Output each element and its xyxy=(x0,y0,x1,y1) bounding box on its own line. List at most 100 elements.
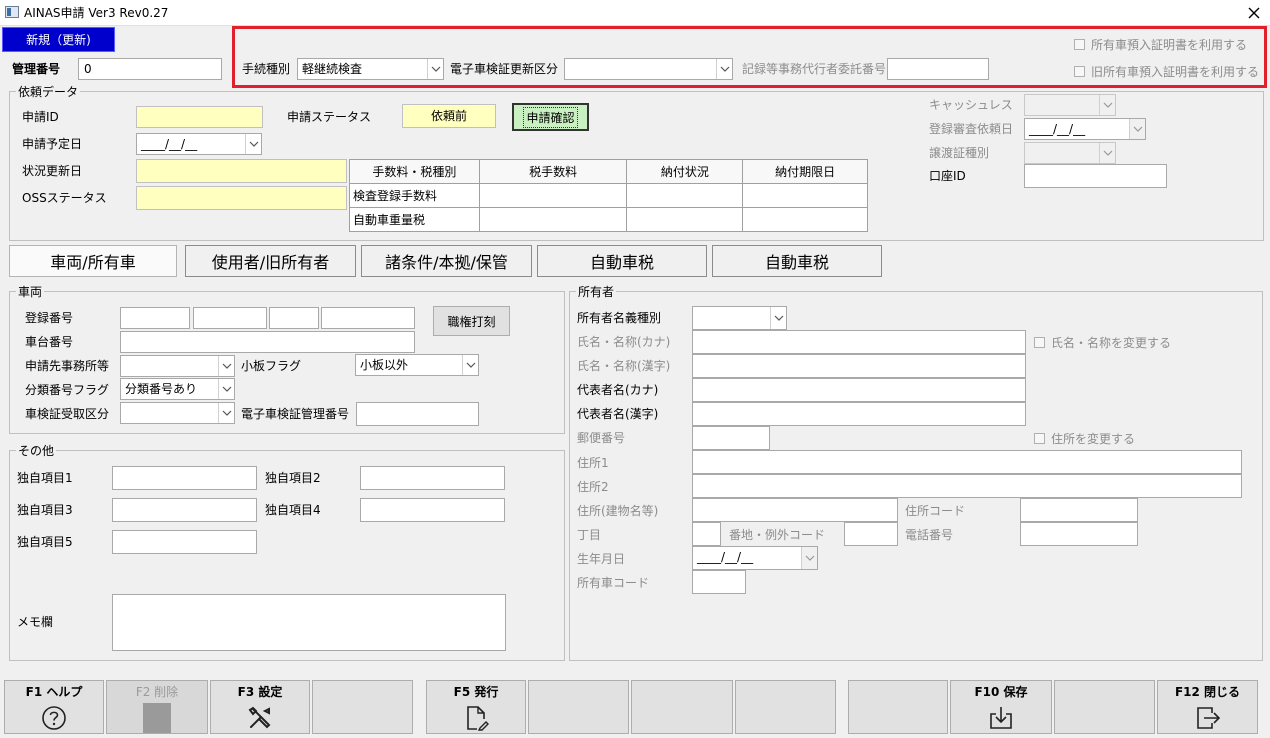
reg-no-field-4[interactable] xyxy=(321,307,415,329)
review-date-picker[interactable]: ____/__/__ xyxy=(1024,118,1146,140)
save-icon xyxy=(987,704,1015,732)
fee-table-header: 手数料・税種別 税手数料 納付状況 納付期限日 xyxy=(349,159,868,184)
chevron-down-icon[interactable] xyxy=(245,134,261,154)
custom-item-4-field[interactable] xyxy=(360,498,505,522)
table-row[interactable]: 自動車重量税 xyxy=(349,207,868,232)
change-address-checkbox[interactable]: 住所を変更する xyxy=(1034,430,1135,447)
oss-status-label: OSSステータス xyxy=(22,191,107,205)
updated-date-field[interactable] xyxy=(136,159,347,183)
cert-recv-select[interactable] xyxy=(120,402,235,424)
confirm-button-label: 申請確認 xyxy=(523,106,578,128)
custom-item-2-field[interactable] xyxy=(360,466,505,490)
confirm-button[interactable]: 申請確認 xyxy=(512,103,589,131)
f8-empty-button[interactable] xyxy=(735,680,836,734)
memo-textarea[interactable] xyxy=(112,594,506,651)
f10-save-button[interactable]: F10 保存 xyxy=(950,680,1052,734)
transfer-type-select[interactable] xyxy=(1024,142,1116,164)
chevron-down-icon[interactable] xyxy=(427,59,443,79)
f9-empty-button[interactable] xyxy=(848,680,948,734)
tab-user-old-owner[interactable]: 使用者/旧所有者 xyxy=(185,245,356,277)
change-name-checkbox[interactable]: 氏名・名称を変更する xyxy=(1034,334,1171,351)
zip-field[interactable] xyxy=(692,426,770,450)
chevron-down-icon[interactable] xyxy=(801,547,817,569)
rep-kana-field[interactable] xyxy=(692,378,1026,402)
exit-icon xyxy=(1194,704,1222,732)
address-code-field[interactable] xyxy=(1020,498,1138,522)
name-kanji-field[interactable] xyxy=(692,354,1026,378)
address1-field[interactable] xyxy=(692,450,1242,474)
checkbox-box[interactable] xyxy=(1034,433,1045,444)
tab-auto-tax-2[interactable]: 自動車税 xyxy=(712,245,882,277)
request-data-title: 依頼データ xyxy=(16,83,81,100)
office-select[interactable] xyxy=(120,355,235,377)
tab-label: 自動車税 xyxy=(764,253,829,272)
custom-item-3-field[interactable] xyxy=(112,498,257,522)
chevron-down-icon[interactable] xyxy=(716,59,732,79)
chevron-down-icon[interactable] xyxy=(218,403,234,423)
custom-item-5-field[interactable] xyxy=(112,530,257,554)
tab-vehicle-owner[interactable]: 車両/所有車 xyxy=(9,245,177,277)
name-kana-field[interactable] xyxy=(692,330,1026,354)
reg-no-field-1[interactable] xyxy=(120,307,190,329)
name-kana-label: 氏名・名称(カナ) xyxy=(577,335,671,349)
f1-label: F1 ヘルプ xyxy=(25,685,83,699)
checkbox-box[interactable] xyxy=(1074,39,1085,50)
small-plate-select[interactable]: 小板以外 xyxy=(355,354,479,376)
tab-auto-tax-1[interactable]: 自動車税 xyxy=(537,245,707,277)
chevron-down-icon[interactable] xyxy=(770,307,786,329)
chevron-down-icon[interactable] xyxy=(218,356,234,376)
reg-no-field-2[interactable] xyxy=(193,307,267,329)
oss-status-field[interactable] xyxy=(136,186,347,210)
chevron-down-icon[interactable] xyxy=(1099,143,1115,163)
management-no-field[interactable]: 0 xyxy=(78,58,222,80)
f5-issue-button[interactable]: F5 発行 xyxy=(426,680,526,734)
checkbox-box[interactable] xyxy=(1034,337,1045,348)
chevron-down-icon[interactable] xyxy=(462,355,478,375)
phone-field[interactable] xyxy=(1020,522,1138,546)
chome-field[interactable] xyxy=(692,522,721,546)
f3-settings-button[interactable]: F3 設定 xyxy=(210,680,310,734)
chassis-field[interactable] xyxy=(120,331,415,353)
banchi-field[interactable] xyxy=(844,522,898,546)
account-id-field[interactable] xyxy=(1024,164,1167,188)
owner-name-type-select[interactable] xyxy=(692,306,787,330)
ecert-mgmt-field[interactable] xyxy=(356,402,479,426)
chevron-down-icon[interactable] xyxy=(1129,119,1145,139)
class-flag-select[interactable]: 分類番号あり xyxy=(120,378,235,400)
tab-conditions[interactable]: 諸条件/本拠/保管 xyxy=(361,245,532,277)
fee-col-header: 納付状況 xyxy=(626,159,744,184)
address-code-label: 住所コード xyxy=(905,504,966,518)
table-row[interactable]: 検査登録手数料 xyxy=(349,183,868,208)
checkbox-box[interactable] xyxy=(1074,66,1085,77)
f11-empty-button[interactable] xyxy=(1054,680,1155,734)
birth-date-picker[interactable]: ____/__/__ xyxy=(692,546,818,570)
custom-item-1-field[interactable] xyxy=(112,466,257,490)
owner-car-code-field[interactable] xyxy=(692,570,746,594)
old-owner-cert-checkbox[interactable]: 旧所有車預入証明書を利用する xyxy=(1074,63,1259,80)
address-building-field[interactable] xyxy=(692,498,898,522)
f4-empty-button[interactable] xyxy=(312,680,413,734)
f1-help-button[interactable]: F1 ヘルプ xyxy=(4,680,104,734)
planned-date-picker[interactable]: ____/__/__ xyxy=(136,133,262,155)
chevron-down-icon[interactable] xyxy=(218,379,234,399)
banchi-label: 番地・例外コード xyxy=(729,528,826,542)
f6-empty-button[interactable] xyxy=(528,680,629,734)
class-flag-value: 分類番号あり xyxy=(125,382,198,396)
chevron-down-icon[interactable] xyxy=(1099,95,1115,115)
f7-empty-button[interactable] xyxy=(631,680,733,734)
stamp-button[interactable]: 職権打刻 xyxy=(433,306,510,336)
f12-close-button[interactable]: F12 閉じる xyxy=(1157,680,1258,734)
ecert-update-select[interactable] xyxy=(564,58,733,80)
app-id-field[interactable] xyxy=(136,106,263,128)
reg-no-field-3[interactable] xyxy=(269,307,319,329)
settings-icon xyxy=(246,704,274,732)
rep-kanji-field[interactable] xyxy=(692,402,1026,426)
cashless-select[interactable] xyxy=(1024,94,1116,116)
address2-field[interactable] xyxy=(692,474,1242,498)
owner-cert-checkbox[interactable]: 所有車預入証明書を利用する xyxy=(1074,36,1247,53)
close-icon[interactable] xyxy=(1244,3,1264,23)
agent-no-field[interactable] xyxy=(887,58,989,80)
procedure-type-select[interactable]: 軽継続検査 xyxy=(297,58,444,80)
review-date-value: ____/__/__ xyxy=(1029,122,1086,136)
f2-delete-button[interactable]: F2 削除 xyxy=(106,680,208,734)
